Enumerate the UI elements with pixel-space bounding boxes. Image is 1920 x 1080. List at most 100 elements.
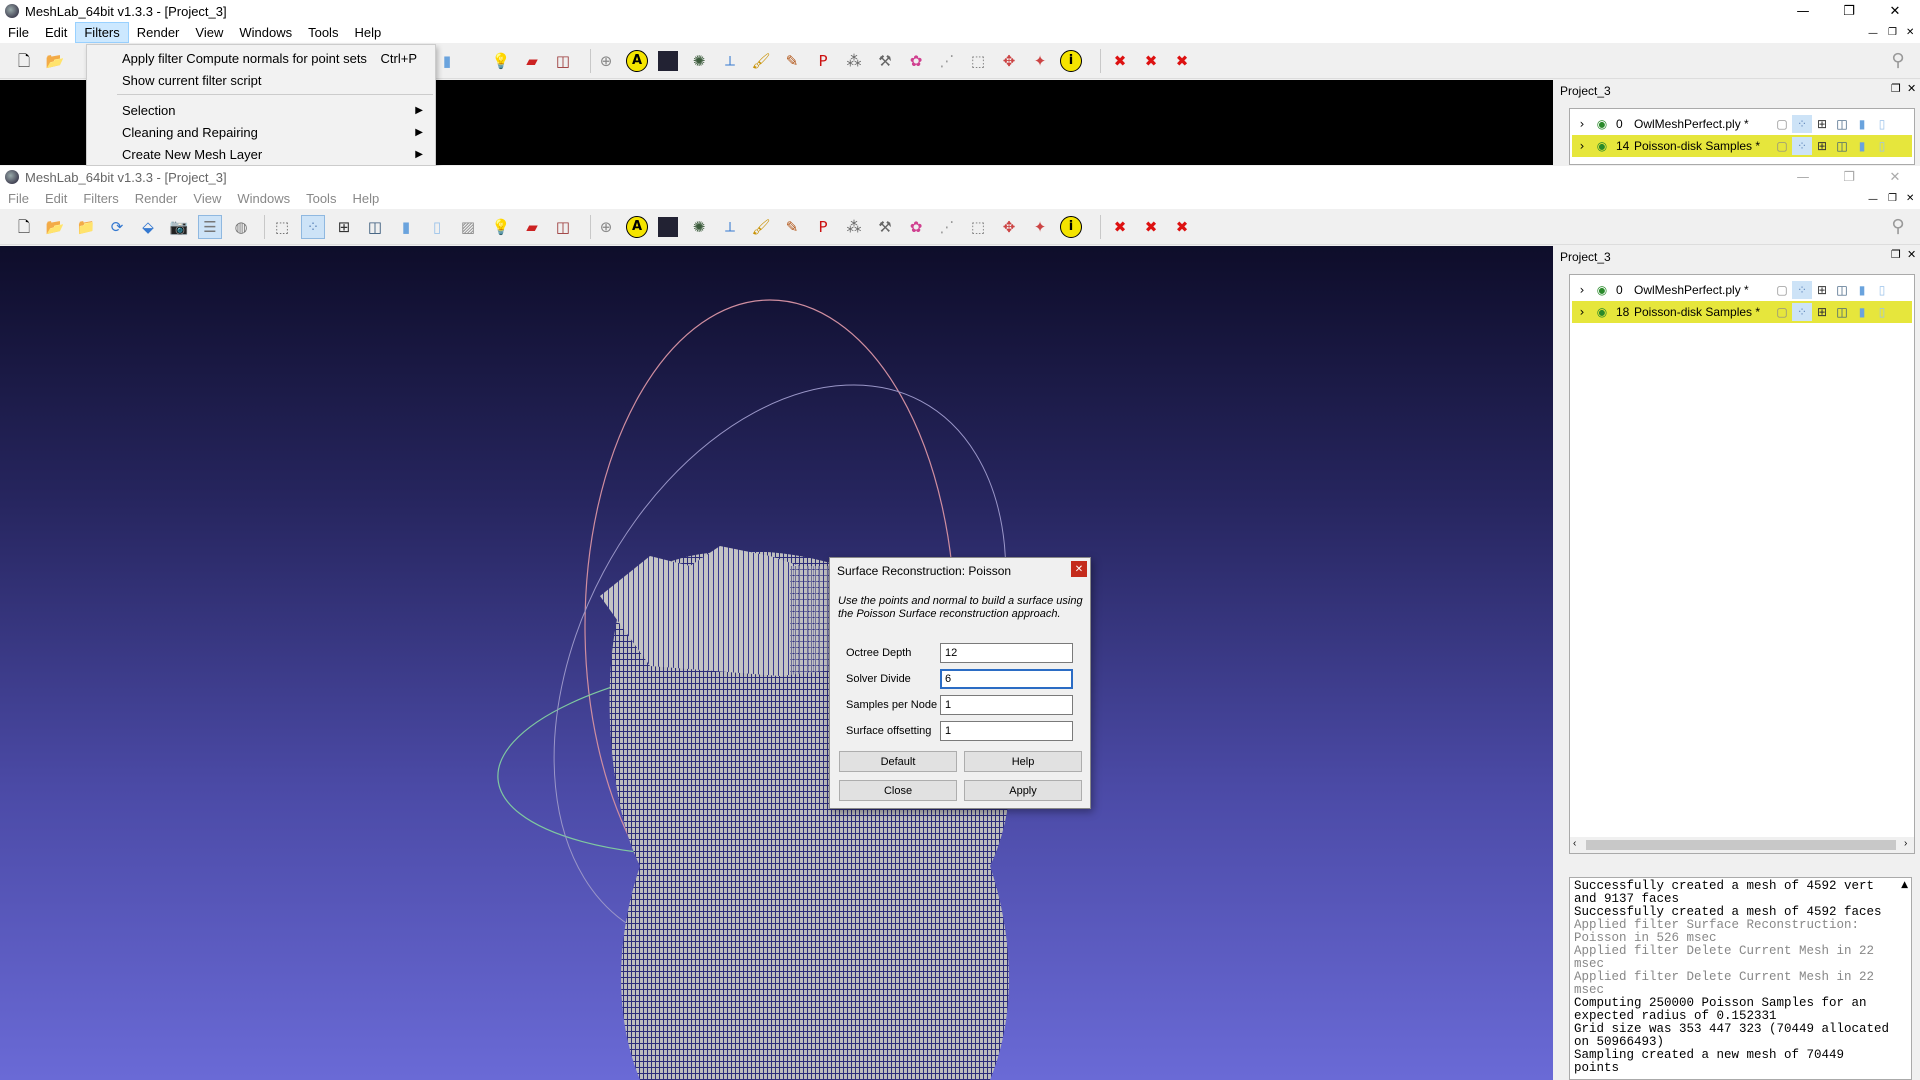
menu-file[interactable]: File bbox=[0, 188, 37, 209]
paint-icon[interactable]: 🖌 bbox=[749, 49, 773, 73]
align-icon[interactable]: ⁂ bbox=[842, 215, 866, 239]
expand-icon[interactable]: › bbox=[1572, 115, 1592, 133]
layer-list-hscrollbar[interactable]: ‹ › bbox=[1570, 837, 1914, 853]
octree-depth-input[interactable] bbox=[940, 643, 1073, 663]
render-points-icon[interactable]: ⁘ bbox=[1792, 303, 1812, 321]
menu-view[interactable]: View bbox=[187, 22, 231, 43]
layer-row-selected[interactable]: › ◉ 14 Poisson-disk Samples * ▢ ⁘ ⊞ ◫ ▮ … bbox=[1572, 135, 1912, 157]
expand-icon[interactable]: › bbox=[1572, 281, 1592, 299]
menu-edit[interactable]: Edit bbox=[37, 188, 75, 209]
3d-viewport[interactable] bbox=[0, 246, 1553, 1080]
mdi-restore-icon[interactable]: ❐ bbox=[1888, 27, 1897, 38]
open-project-icon[interactable]: 📂 bbox=[43, 49, 67, 73]
menu-render[interactable]: Render bbox=[129, 22, 188, 43]
render-smooth-icon[interactable]: ▮ bbox=[1852, 281, 1872, 299]
texture-red-icon[interactable]: ▰ bbox=[520, 49, 544, 73]
open-project-icon[interactable]: 📂 bbox=[43, 215, 67, 239]
menu-filters[interactable]: Filters bbox=[75, 188, 126, 209]
texture-red-icon[interactable]: ▰ bbox=[520, 215, 544, 239]
scroll-thumb[interactable] bbox=[1586, 840, 1896, 850]
render-points-icon[interactable]: ⁘ bbox=[1792, 281, 1812, 299]
paint-icon[interactable]: 🖌 bbox=[749, 215, 773, 239]
layer-row-selected[interactable]: › ◉ 18 Poisson-disk Samples * ▢ ⁘ ⊞ ◫ ▮ … bbox=[1572, 301, 1912, 323]
menu-item-create-mesh-layer[interactable]: Create New Mesh Layer ▶ bbox=[87, 143, 435, 165]
select-faces-icon[interactable]: ✥ bbox=[997, 215, 1021, 239]
minimize-icon[interactable]: — bbox=[1780, 166, 1826, 188]
select-vertices-icon[interactable]: ✦ bbox=[1028, 215, 1052, 239]
render-smooth-icon[interactable]: ▮ bbox=[1852, 303, 1872, 321]
noise-icon[interactable]: ✺ bbox=[687, 49, 711, 73]
search-icon[interactable]: ⚲ bbox=[1886, 49, 1910, 73]
measure-icon[interactable]: ⚒ bbox=[873, 215, 897, 239]
light-bulb-icon[interactable]: 💡 bbox=[489, 49, 513, 73]
flat-icon[interactable]: ▮ bbox=[394, 215, 418, 239]
light-bulb-icon[interactable]: 💡 bbox=[489, 215, 513, 239]
apply-button[interactable]: Apply bbox=[964, 780, 1082, 801]
scroll-right-icon[interactable]: › bbox=[1904, 838, 1907, 849]
select-vertices-icon[interactable]: ✦ bbox=[1028, 49, 1052, 73]
smooth-icon[interactable]: ▯ bbox=[425, 215, 449, 239]
brush-icon[interactable]: ✎ bbox=[780, 215, 804, 239]
render-box-icon[interactable]: ▢ bbox=[1772, 281, 1792, 299]
menu-tools[interactable]: Tools bbox=[298, 188, 344, 209]
snapshot-icon[interactable]: 📷 bbox=[167, 215, 191, 239]
pick-points-icon[interactable]: P bbox=[811, 49, 835, 73]
points-icon[interactable]: ⁘ bbox=[301, 215, 325, 239]
menu-render[interactable]: Render bbox=[127, 188, 186, 209]
render-wire-icon[interactable]: ⊞ bbox=[1812, 303, 1832, 321]
close-button[interactable]: Close bbox=[839, 780, 957, 801]
menu-filters[interactable]: Filters bbox=[75, 22, 129, 43]
hidden-lines-icon[interactable]: ◫ bbox=[363, 215, 387, 239]
info-icon[interactable]: i bbox=[1059, 49, 1083, 73]
texture-icon[interactable]: ▨ bbox=[456, 215, 480, 239]
render-points-icon[interactable]: ⁘ bbox=[1792, 115, 1812, 133]
menu-view[interactable]: View bbox=[185, 188, 229, 209]
mesh-icon[interactable]: ▮ bbox=[435, 49, 459, 73]
render-wire-icon[interactable]: ⊞ bbox=[1812, 115, 1832, 133]
import-mesh-icon[interactable]: 📁 bbox=[74, 215, 98, 239]
noise-icon[interactable]: ✺ bbox=[687, 215, 711, 239]
render-flat-icon[interactable]: ◫ bbox=[1832, 303, 1852, 321]
render-tool-icon[interactable] bbox=[656, 215, 680, 239]
new-project-icon[interactable]: 🗋 bbox=[12, 49, 36, 73]
panel-float-icon[interactable]: ❐ bbox=[1891, 82, 1901, 95]
eye-icon[interactable]: ◉ bbox=[1592, 281, 1612, 299]
menu-tools[interactable]: Tools bbox=[300, 22, 346, 43]
render-points-icon[interactable]: ⁘ bbox=[1792, 137, 1812, 155]
axis-icon[interactable]: ⟂ bbox=[718, 215, 742, 239]
axis-icon[interactable]: ⟂ bbox=[718, 49, 742, 73]
render-flat-icon[interactable]: ◫ bbox=[1832, 137, 1852, 155]
dialog-close-icon[interactable]: ✕ bbox=[1071, 561, 1087, 577]
layer-row[interactable]: › ◉ 0 OwlMeshPerfect.ply * ▢ ⁘ ⊞ ◫ ▮ ▯ bbox=[1572, 113, 1912, 135]
render-smooth-icon[interactable]: ▮ bbox=[1852, 137, 1872, 155]
new-project-icon[interactable]: 🗋 bbox=[12, 215, 36, 239]
render-smooth-icon[interactable]: ▮ bbox=[1852, 115, 1872, 133]
eye-icon[interactable]: ◉ bbox=[1592, 303, 1612, 321]
layer-row[interactable]: › ◉ 0 OwlMeshPerfect.ply * ▢ ⁘ ⊞ ◫ ▮ ▯ bbox=[1572, 279, 1912, 301]
render-tool-icon[interactable] bbox=[656, 49, 680, 73]
render-texture-icon[interactable]: ▯ bbox=[1872, 137, 1892, 155]
menu-edit[interactable]: Edit bbox=[37, 22, 75, 43]
menu-file[interactable]: File bbox=[0, 22, 37, 43]
mdi-close-icon[interactable]: ✕ bbox=[1906, 27, 1914, 38]
eye-icon[interactable]: ◉ bbox=[1592, 137, 1612, 155]
eye-icon[interactable]: ◉ bbox=[1592, 115, 1612, 133]
align-icon[interactable]: ⁂ bbox=[842, 49, 866, 73]
close-icon[interactable]: ✕ bbox=[1872, 166, 1918, 188]
mdi-minimize-icon[interactable]: — bbox=[1868, 194, 1878, 205]
delete-faces-icon[interactable]: ✖ bbox=[1139, 49, 1163, 73]
expand-icon[interactable]: › bbox=[1572, 137, 1592, 155]
delete-selection-icon[interactable]: ✖ bbox=[1108, 215, 1132, 239]
menu-item-selection[interactable]: Selection ▶ bbox=[87, 99, 435, 121]
scroll-left-icon[interactable]: ‹ bbox=[1573, 838, 1576, 849]
render-box-icon[interactable]: ▢ bbox=[1772, 115, 1792, 133]
bbox-icon[interactable]: ⬚ bbox=[270, 215, 294, 239]
trackball-icon[interactable]: ◍ bbox=[229, 215, 253, 239]
render-box-icon[interactable]: ▢ bbox=[1772, 303, 1792, 321]
menu-windows[interactable]: Windows bbox=[231, 22, 300, 43]
select-region-icon[interactable]: ⬚ bbox=[966, 215, 990, 239]
measure-icon[interactable]: ⚒ bbox=[873, 49, 897, 73]
render-box-icon[interactable]: ▢ bbox=[1772, 137, 1792, 155]
select-faces-icon[interactable]: ✥ bbox=[997, 49, 1021, 73]
reference-icon[interactable]: ⋰ bbox=[935, 215, 959, 239]
